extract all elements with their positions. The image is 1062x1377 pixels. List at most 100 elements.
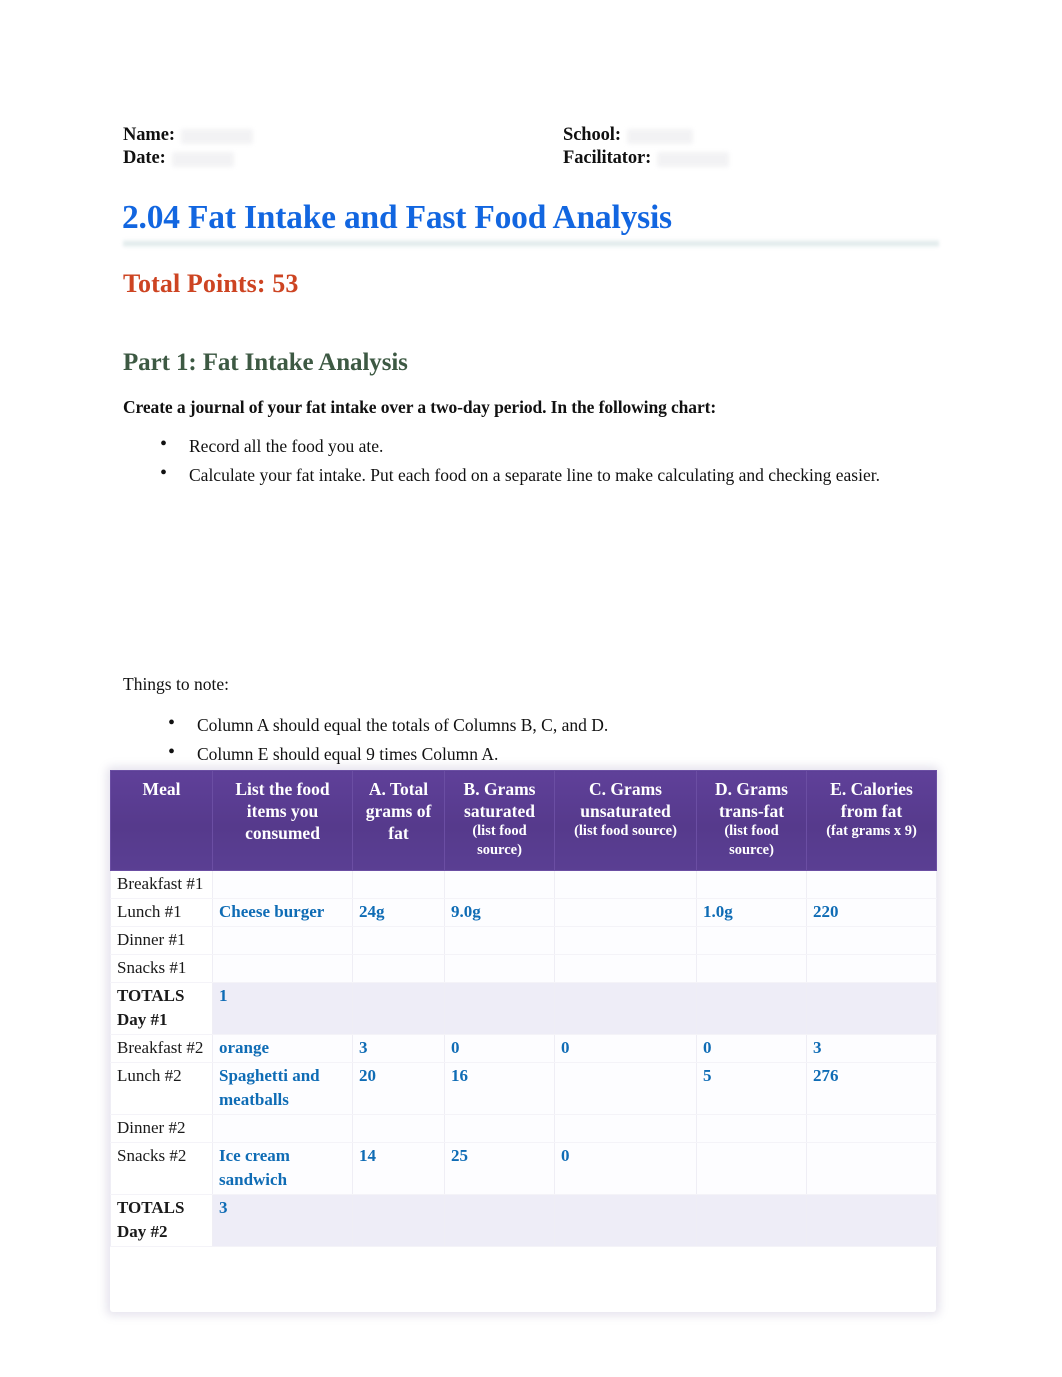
table-row: Dinner #2	[110, 1114, 937, 1143]
cell-column-C[interactable]	[554, 954, 697, 983]
cell-meal: Breakfast #1	[110, 870, 213, 899]
notes-bullet-list: • Column A should equal the totals of Co…	[160, 711, 920, 768]
cell-column-C[interactable]	[554, 982, 697, 1035]
cell-column-A[interactable]	[352, 870, 445, 899]
table-row: Snacks #1	[110, 954, 937, 983]
cell-column-E[interactable]	[806, 870, 937, 899]
column-header-main: A. Total grams of fat	[365, 779, 432, 843]
cell-column-D[interactable]	[696, 954, 807, 983]
facilitator-label: Facilitator:	[563, 148, 652, 168]
cell-column-E[interactable]	[806, 1194, 937, 1247]
column-header-main: D. Grams trans-fat	[715, 779, 788, 821]
cell-column-B[interactable]	[444, 954, 555, 983]
cell-food-items[interactable]	[212, 1114, 353, 1143]
cell-column-E[interactable]	[806, 1142, 937, 1195]
school-value-redaction	[626, 129, 693, 144]
table-row: Snacks #2 Ice cream sandwich 14 25 0	[110, 1142, 937, 1195]
bullet-icon: •	[160, 461, 168, 484]
column-header-sub: (list food source)	[724, 823, 779, 858]
cell-column-E[interactable]: 3	[806, 1034, 937, 1063]
cell-food-items[interactable]	[212, 926, 353, 955]
cell-meal: Snacks #2	[110, 1142, 213, 1195]
cell-food-items[interactable]: Spaghetti and meatballs	[212, 1062, 353, 1115]
cell-column-B[interactable]	[444, 1114, 555, 1143]
cell-column-A[interactable]: 24g	[352, 898, 445, 927]
cell-column-A[interactable]: 14	[352, 1142, 445, 1195]
cell-column-C[interactable]: 0	[554, 1034, 697, 1063]
part1-heading: Part 1: Fat Intake Analysis	[123, 349, 408, 376]
cell-food-items[interactable]: 3	[212, 1194, 353, 1247]
cell-column-E[interactable]	[806, 982, 937, 1035]
cell-column-B[interactable]: 16	[444, 1062, 555, 1115]
list-item: • Column A should equal the totals of Co…	[160, 711, 920, 740]
column-header-meal: Meal	[110, 770, 213, 871]
column-header-main: C. Grams unsaturated	[580, 779, 671, 821]
cell-column-D[interactable]	[696, 1194, 807, 1247]
cell-column-B[interactable]: 25	[444, 1142, 555, 1195]
list-item-text: Calculate your fat intake. Put each food…	[189, 464, 880, 485]
cell-column-D[interactable]: 5	[696, 1062, 807, 1115]
list-item-text: Column A should equal the totals of Colu…	[197, 715, 609, 735]
bullet-icon: •	[160, 433, 168, 455]
column-header-sub: (list food source)	[574, 823, 677, 839]
list-item: • Record all the food you ate.	[152, 432, 912, 461]
cell-column-B[interactable]: 9.0g	[444, 898, 555, 927]
cell-column-A[interactable]	[352, 1194, 445, 1247]
part1-lead-text: Create a journal of your fat intake over…	[123, 397, 717, 417]
table-row: TOTALS Day #1 1	[110, 982, 937, 1035]
cell-column-C[interactable]	[554, 926, 697, 955]
meta-facilitator-group: Facilitator:	[563, 147, 730, 170]
column-header-grams-trans-fat: D. Grams trans-fat (list food source)	[696, 770, 807, 871]
list-item: • Calculate your fat intake. Put each fo…	[152, 461, 912, 490]
column-header-sub: (list food source)	[472, 823, 527, 858]
column-header-food-items: List the food items you consumed	[212, 770, 353, 871]
cell-food-items[interactable]	[212, 954, 353, 983]
cell-column-B[interactable]: 0	[444, 1034, 555, 1063]
cell-column-D[interactable]	[696, 870, 807, 899]
cell-column-D[interactable]: 0	[696, 1034, 807, 1063]
cell-column-C[interactable]	[554, 870, 697, 899]
cell-column-A[interactable]: 20	[352, 1062, 445, 1115]
total-points-heading: Total Points: 53	[123, 269, 299, 298]
cell-column-B[interactable]	[444, 926, 555, 955]
cell-meal: Dinner #1	[110, 926, 213, 955]
document-meta-block: Name: School: Date: Facilitator:	[123, 124, 943, 170]
cell-column-A[interactable]	[352, 926, 445, 955]
table-body: Breakfast #1 Lunch #1 Cheese burger 24g 9.0g…	[110, 870, 937, 1247]
cell-column-B[interactable]	[444, 982, 555, 1035]
cell-column-B[interactable]	[444, 1194, 555, 1247]
cell-column-A[interactable]	[352, 1114, 445, 1143]
cell-column-E[interactable]	[806, 926, 937, 955]
meta-row-date: Date: Facilitator:	[123, 147, 943, 170]
cell-column-B[interactable]	[444, 870, 555, 899]
table-row: Lunch #2 Spaghetti and meatballs 20 16 5 276	[110, 1062, 937, 1115]
column-header-total-grams-fat: A. Total grams of fat	[352, 770, 445, 871]
cell-column-C[interactable]: 0	[554, 1142, 697, 1195]
cell-column-E[interactable]: 220	[806, 898, 937, 927]
cell-column-C[interactable]	[554, 1194, 697, 1247]
cell-column-D[interactable]	[696, 926, 807, 955]
cell-food-items[interactable]	[212, 870, 353, 899]
cell-column-E[interactable]: 276	[806, 1062, 937, 1115]
table-row: Breakfast #2 orange 3 0 0 0 3	[110, 1034, 937, 1063]
cell-column-C[interactable]	[554, 1062, 697, 1115]
cell-food-items[interactable]: 1	[212, 982, 353, 1035]
cell-column-D[interactable]	[696, 1142, 807, 1195]
cell-food-items[interactable]: orange	[212, 1034, 353, 1063]
cell-column-E[interactable]	[806, 954, 937, 983]
cell-column-D[interactable]	[696, 1114, 807, 1143]
cell-column-A[interactable]	[352, 954, 445, 983]
cell-column-A[interactable]: 3	[352, 1034, 445, 1063]
cell-food-items[interactable]: Cheese burger	[212, 898, 353, 927]
table-head: Meal List the food items you consumed A.…	[110, 770, 937, 871]
cell-column-D[interactable]	[696, 982, 807, 1035]
cell-column-D[interactable]: 1.0g	[696, 898, 807, 927]
school-label: School:	[563, 125, 621, 145]
cell-meal: Snacks #1	[110, 954, 213, 983]
cell-column-E[interactable]	[806, 1114, 937, 1143]
cell-food-items[interactable]: Ice cream sandwich	[212, 1142, 353, 1195]
cell-meal: Breakfast #2	[110, 1034, 213, 1063]
cell-column-A[interactable]	[352, 982, 445, 1035]
cell-column-C[interactable]	[554, 898, 697, 927]
cell-column-C[interactable]	[554, 1114, 697, 1143]
